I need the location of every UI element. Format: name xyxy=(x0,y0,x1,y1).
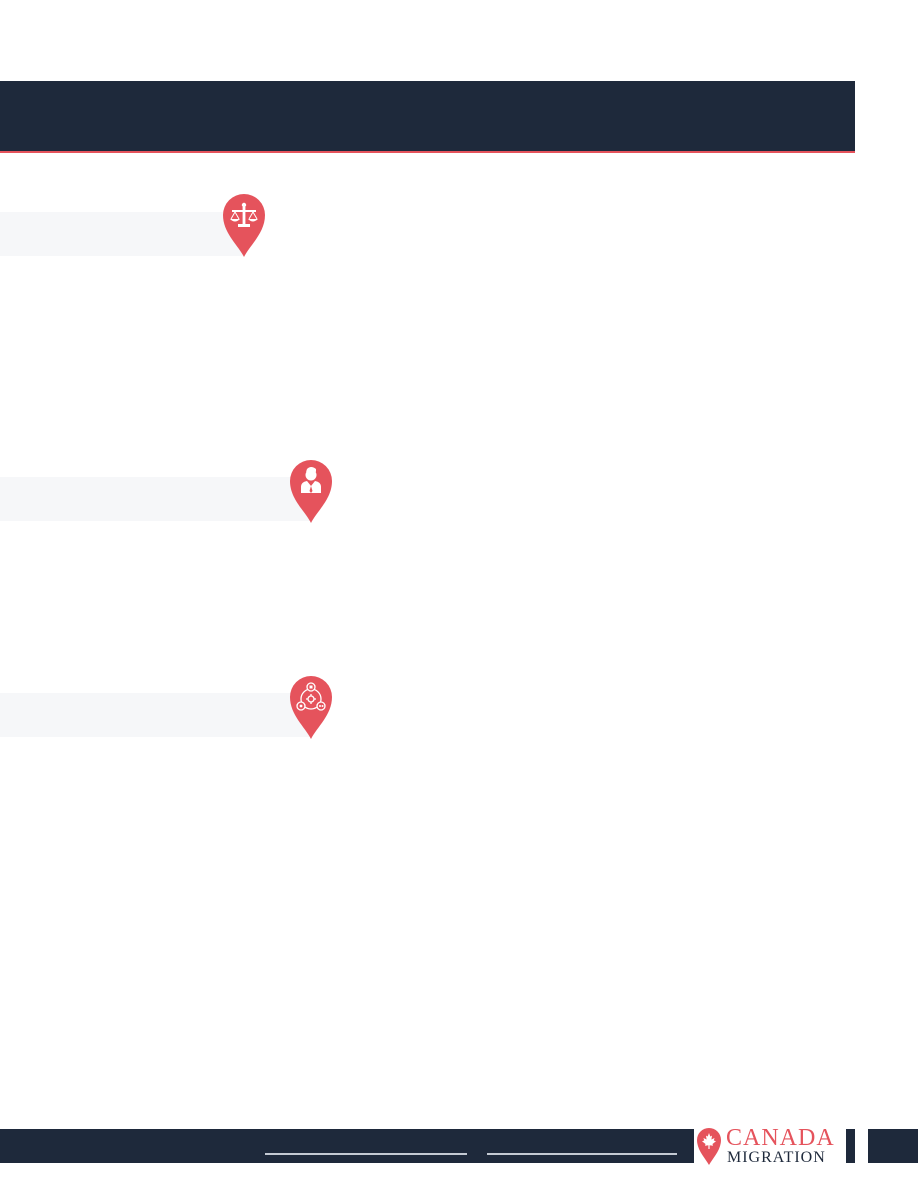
section-bar-3 xyxy=(0,693,310,737)
logo-line-2: MIGRATION xyxy=(727,1149,826,1166)
section-bar-2 xyxy=(0,477,311,521)
footer-rule-left xyxy=(265,1153,467,1155)
canada-migration-logo: CANADA MIGRATION xyxy=(694,1126,846,1168)
footer-rule-right xyxy=(487,1153,677,1155)
network-process-icon xyxy=(288,674,334,740)
maple-leaf-pin-icon xyxy=(697,1128,721,1165)
scales-of-justice-icon xyxy=(221,192,267,258)
section-bar-1 xyxy=(0,212,244,256)
consultant-person-icon xyxy=(288,458,334,524)
logo-line-1: CANADA xyxy=(726,1125,835,1151)
page-number-tab xyxy=(868,1129,918,1163)
header-band xyxy=(0,81,855,153)
